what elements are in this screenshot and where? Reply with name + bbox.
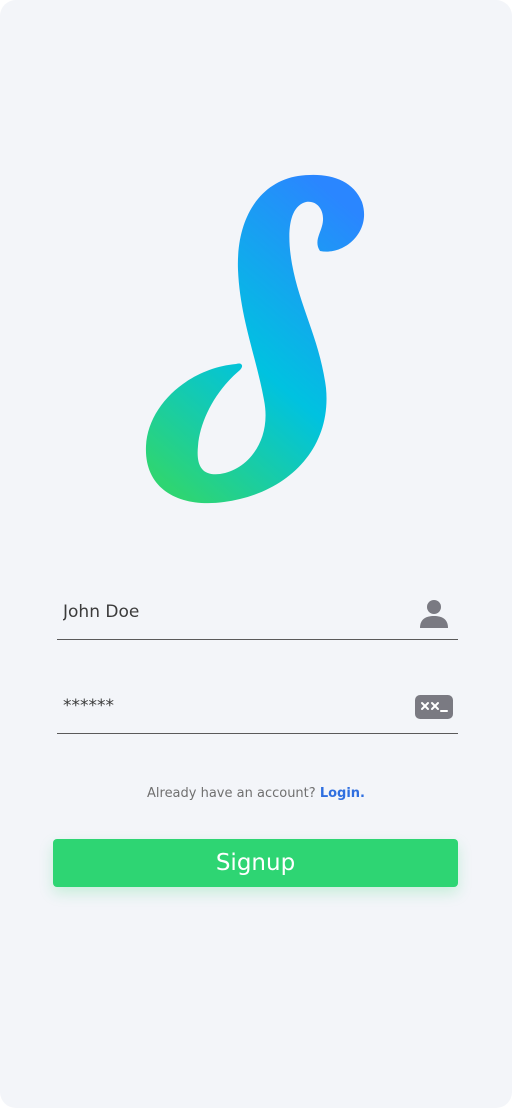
login-link[interactable]: Login. (320, 786, 365, 801)
login-prompt-text: Already have an account? (147, 786, 316, 801)
person-icon (414, 598, 454, 628)
password-field (57, 678, 458, 734)
name-input[interactable] (63, 584, 403, 640)
s-letter-logo-icon (145, 174, 365, 504)
name-field (57, 584, 458, 640)
password-input[interactable] (63, 678, 403, 734)
login-prompt: Already have an account? Login. (0, 786, 512, 801)
password-keyboard-icon (414, 692, 454, 722)
signup-button[interactable]: Signup (53, 839, 458, 887)
signup-screen: Already have an account? Login. Signup (0, 0, 512, 1108)
